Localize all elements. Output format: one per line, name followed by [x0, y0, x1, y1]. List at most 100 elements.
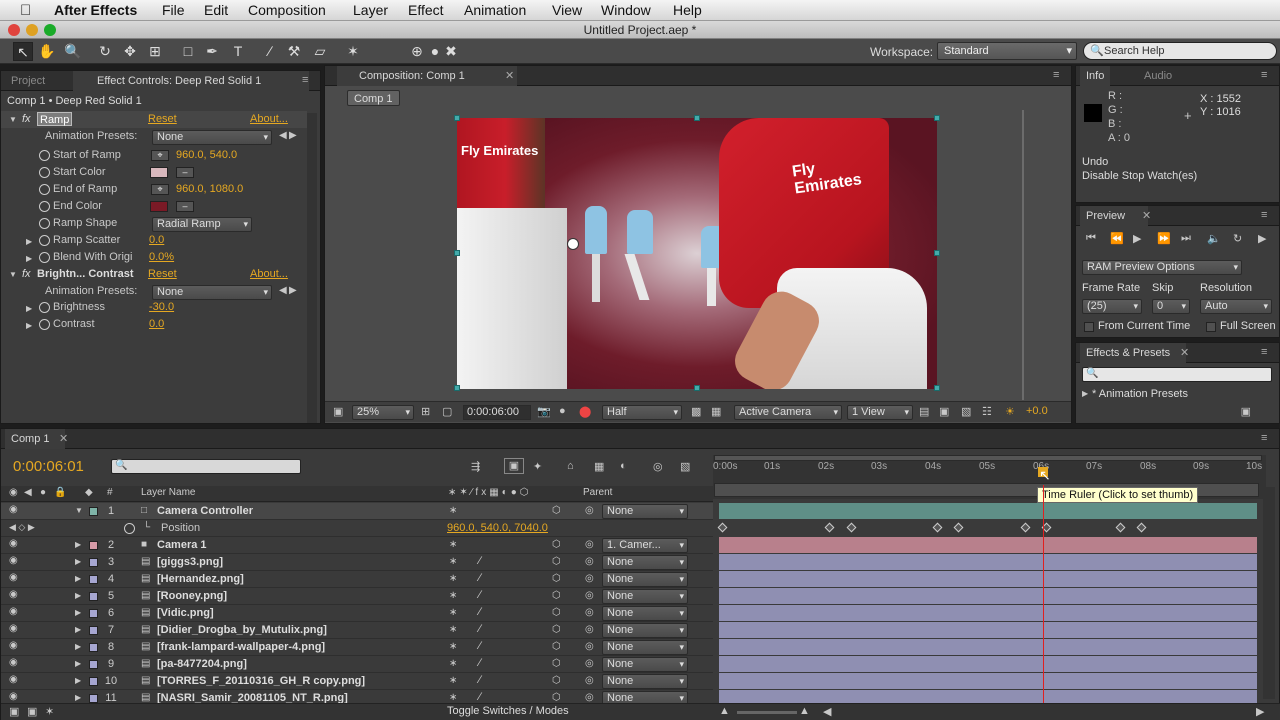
close-icon[interactable]: ✕: [1180, 346, 1189, 359]
layer-label-color[interactable]: [89, 660, 98, 669]
comp-mini-flowchart-icon[interactable]: ⇶: [471, 460, 480, 473]
zoom-tool-icon[interactable]: 🔍: [63, 42, 83, 61]
video-eye-icon[interactable]: ◉: [9, 691, 18, 702]
zoom-window-button[interactable]: [44, 24, 56, 36]
expand-triangle-icon[interactable]: ▶: [26, 304, 32, 313]
expand-triangle-icon[interactable]: ▼: [9, 111, 17, 128]
layer-duration-bar[interactable]: [719, 673, 1257, 689]
mask-visibility-icon[interactable]: ▢: [442, 405, 452, 418]
quality-switch-icon[interactable]: ∕: [479, 606, 481, 618]
quality-switch-icon[interactable]: ∕: [479, 589, 481, 601]
quality-switch-icon[interactable]: ∕: [479, 623, 481, 635]
menu-view[interactable]: View: [552, 2, 582, 18]
shy-switch-icon[interactable]: ∗: [449, 539, 457, 550]
rectangle-tool-icon[interactable]: □: [178, 42, 198, 61]
parent-pickwhip-icon[interactable]: ◎: [585, 556, 594, 567]
parent-dropdown[interactable]: None: [602, 504, 688, 519]
expand-triangle-icon[interactable]: ▶: [26, 321, 32, 330]
layer-duration-bar[interactable]: [719, 656, 1257, 672]
clone-stamp-tool-icon[interactable]: ⚒: [284, 42, 304, 61]
ram-preview-icon[interactable]: ▶: [1258, 232, 1266, 245]
video-eye-icon[interactable]: ◉: [9, 487, 18, 498]
quality-switch-icon[interactable]: ∕: [479, 572, 481, 584]
next-preset-icon[interactable]: ▶: [289, 130, 297, 141]
parent-dropdown[interactable]: None: [602, 640, 688, 655]
exposure-value[interactable]: +0.0: [1026, 405, 1048, 417]
expand-triangle-icon[interactable]: ▶: [1082, 389, 1088, 398]
zoom-slider[interactable]: [737, 711, 797, 714]
toggle-pixel-aspect-icon[interactable]: ▤: [919, 405, 929, 418]
parent-pickwhip-icon[interactable]: ◎: [585, 607, 594, 618]
layer-handle[interactable]: [694, 385, 700, 391]
next-preset-icon[interactable]: ▶: [289, 285, 297, 296]
previous-preset-icon[interactable]: ◀: [279, 130, 287, 141]
expand-triangle-icon[interactable]: ▶: [75, 591, 81, 600]
layer-label-color[interactable]: [89, 694, 98, 703]
layer-row[interactable]: ◉ ▶ 6 ▤ [Vidic.png] ∗ ∕ ⬡ ◎ None: [1, 605, 713, 622]
layer-row[interactable]: ◉ ▶ 9 ▤ [pa-8477204.png] ∗ ∕ ⬡ ◎ None: [1, 656, 713, 673]
live-update-icon[interactable]: ▣: [504, 458, 524, 474]
safe-zones-icon[interactable]: ⊞: [421, 405, 430, 418]
start-of-ramp-value[interactable]: 960.0, 540.0: [176, 147, 237, 164]
apple-icon[interactable]: : [20, 2, 31, 19]
hide-shy-layers-icon[interactable]: ⌂: [567, 460, 574, 472]
tab-preview[interactable]: Preview: [1080, 206, 1148, 226]
stopwatch-icon[interactable]: [39, 201, 50, 212]
close-icon[interactable]: ✕: [505, 69, 514, 82]
blend-value[interactable]: 0.0%: [149, 249, 174, 266]
stopwatch-icon[interactable]: [39, 319, 50, 330]
last-frame-icon[interactable]: ⏭: [1181, 232, 1191, 245]
quality-switch-icon[interactable]: ∕: [479, 640, 481, 652]
keyframe-icon[interactable]: [932, 522, 943, 533]
view-axis-icon[interactable]: ✖: [441, 42, 461, 61]
resolution-preview-dropdown[interactable]: Auto: [1200, 299, 1272, 314]
tab-effect-controls[interactable]: Effect Controls: Deep Red Solid 1: [73, 71, 309, 91]
previous-preset-icon[interactable]: ◀: [279, 285, 287, 296]
layer-handle[interactable]: [454, 250, 460, 256]
tab-audio[interactable]: Audio: [1138, 66, 1178, 86]
first-frame-icon[interactable]: ⏮: [1086, 232, 1096, 245]
stopwatch-icon[interactable]: [39, 184, 50, 195]
animation-presets-folder[interactable]: * Animation Presets: [1092, 386, 1188, 403]
layer-duration-bar[interactable]: [719, 622, 1257, 638]
parent-dropdown[interactable]: None: [602, 606, 688, 621]
hand-tool-icon[interactable]: ✋: [37, 42, 57, 61]
expand-triangle-icon[interactable]: ▶: [75, 540, 81, 549]
video-eye-icon[interactable]: ◉: [9, 504, 18, 515]
layer-duration-bar[interactable]: [719, 537, 1257, 553]
frame-blending-icon[interactable]: ▦: [594, 460, 604, 473]
layer-duration-bar[interactable]: [719, 554, 1257, 570]
label-tag-icon[interactable]: ◆: [85, 487, 93, 498]
shy-switch-icon[interactable]: ∗: [449, 692, 457, 703]
new-folder-icon[interactable]: ▣: [1241, 405, 1251, 418]
keyframe-icon[interactable]: [1020, 522, 1031, 533]
full-screen-checkbox[interactable]: [1206, 322, 1216, 332]
layer-duration-bar[interactable]: [719, 639, 1257, 655]
end-color-swatch[interactable]: [150, 201, 168, 212]
parent-pickwhip-icon[interactable]: ◎: [585, 624, 594, 635]
layer-name[interactable]: [pa-8477204.png]: [157, 658, 247, 670]
keyframe-icon[interactable]: [1136, 522, 1147, 533]
keyframe-icon[interactable]: [717, 522, 728, 533]
video-eye-icon[interactable]: ◉: [9, 640, 18, 651]
layer-label-color[interactable]: [89, 626, 98, 635]
layer-row[interactable]: ◉ ▶ 4 ▤ [Hernandez.png] ∗ ∕ ⬡ ◎ None: [1, 571, 713, 588]
bc-reset-link[interactable]: Reset: [148, 266, 177, 283]
zoom-out-icon[interactable]: ▲: [719, 705, 730, 717]
next-frame-icon[interactable]: ⏩: [1157, 232, 1171, 245]
layer-row[interactable]: ◉ ▶ 7 ▤ [Didier_Drogba_by_Mutulix.png] ∗ ∕ ⬡ ◎ No…: [1, 622, 713, 639]
quality-switch-icon[interactable]: ∕: [479, 657, 481, 669]
layer-handle[interactable]: [454, 385, 460, 391]
search-help-input[interactable]: 🔍 Search Help: [1083, 42, 1277, 60]
expand-triangle-icon[interactable]: ▶: [75, 676, 81, 685]
shy-switch-icon[interactable]: ∗: [449, 505, 457, 516]
expand-triangle-icon[interactable]: ▶: [75, 625, 81, 634]
layer-label-color[interactable]: [89, 592, 98, 601]
ram-preview-options-dropdown[interactable]: RAM Preview Options: [1082, 260, 1242, 275]
eyedropper-icon[interactable]: ‒: [176, 201, 194, 212]
start-color-swatch[interactable]: [150, 167, 168, 178]
layer-row[interactable]: ◉ ▶ 8 ▤ [frank-lampard-wallpaper-4.png] ∗ ∕ ⬡ ◎ N…: [1, 639, 713, 656]
show-snapshot-icon[interactable]: ●: [559, 405, 566, 417]
skip-dropdown[interactable]: 0: [1152, 299, 1190, 314]
expand-triangle-icon[interactable]: ▶: [26, 237, 32, 246]
